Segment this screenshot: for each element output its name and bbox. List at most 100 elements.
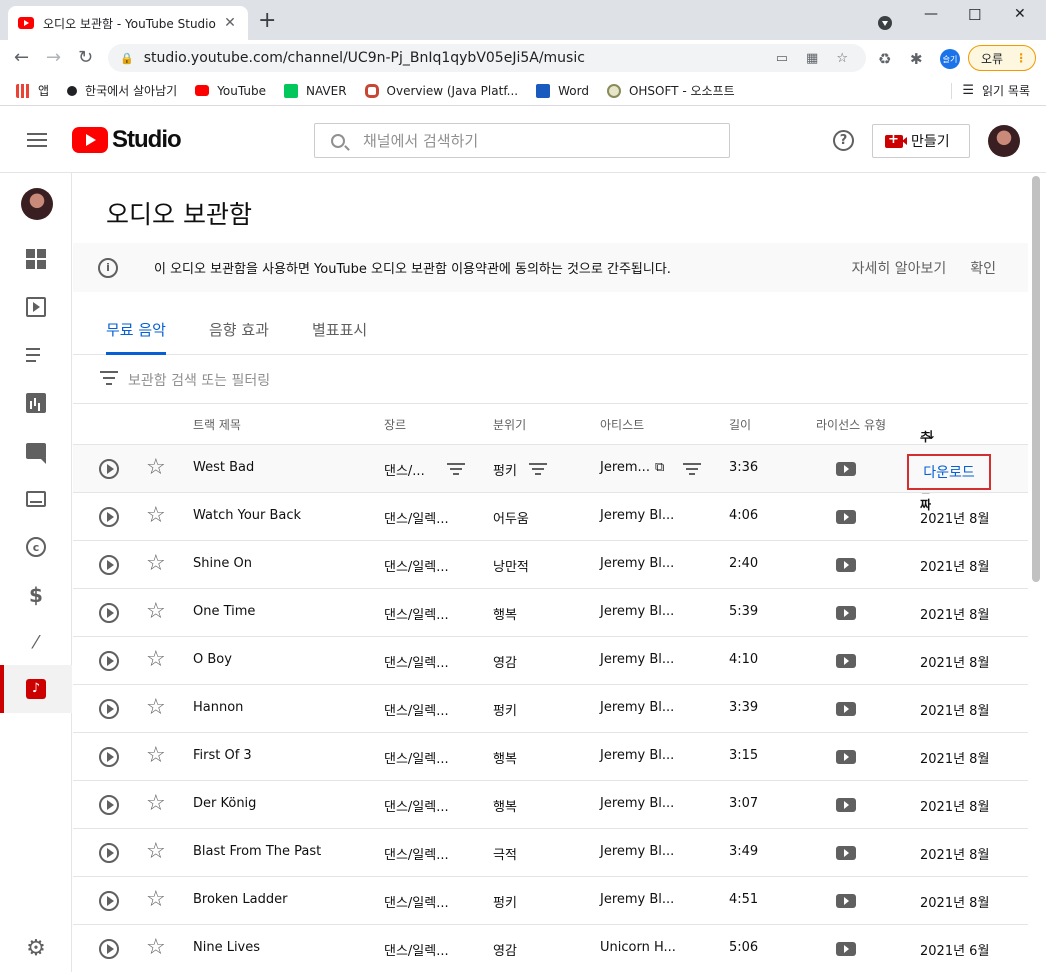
close-tab-icon[interactable]: ✕	[222, 15, 238, 31]
address-bar[interactable]: 🔒 studio.youtube.com/channel/UC9n-Pj_BnI…	[108, 44, 866, 72]
sidebar-item-playlists[interactable]	[0, 331, 72, 379]
tab-free-music[interactable]: 무료 음악	[106, 319, 166, 355]
bookmark-word[interactable]: Word	[536, 83, 589, 98]
table-row[interactable]: ☆ Hannon 댄스/일렉... 펑키 Jeremy Bl... 3:39 2…	[73, 685, 1028, 733]
page-scrollbar[interactable]	[1032, 176, 1040, 582]
account-avatar[interactable]	[988, 125, 1020, 157]
play-icon[interactable]	[99, 603, 119, 623]
create-button[interactable]: 만들기	[872, 124, 970, 158]
bookmark-java[interactable]: Overview (Java Platf...	[364, 83, 518, 98]
mood-filter-icon[interactable]	[529, 463, 547, 478]
window-close-button[interactable]: ✕	[1014, 6, 1026, 22]
library-filter[interactable]: 보관함 검색 또는 필터링	[73, 356, 1028, 404]
table-row[interactable]: ☆ Broken Ladder 댄스/일렉... 펑키 Jeremy Bl...…	[73, 877, 1028, 925]
table-row[interactable]: ☆ First Of 3 댄스/일렉... 행복 Jeremy Bl... 3:…	[73, 733, 1028, 781]
sidebar-item-earn[interactable]: $	[0, 571, 72, 619]
table-row[interactable]: ☆ O Boy 댄스/일렉... 영감 Jeremy Bl... 4:10 20…	[73, 637, 1028, 685]
play-icon[interactable]	[99, 843, 119, 863]
star-icon[interactable]: ☆	[146, 647, 166, 672]
back-arrow-icon[interactable]: ←	[14, 46, 29, 70]
bookmark-star-icon[interactable]: ☆	[836, 51, 848, 66]
profile-avatar[interactable]: 슬기	[940, 49, 960, 69]
bookmark-ohsoft[interactable]: OHSOFT - 오소프트	[606, 82, 735, 99]
channel-search-input[interactable]: 채널에서 검색하기	[314, 123, 730, 158]
cast-icon[interactable]: ▭	[776, 51, 788, 66]
table-row[interactable]: ☆ Nine Lives 댄스/일렉... 영감 Unicorn H... 5:…	[73, 925, 1028, 972]
channel-avatar[interactable]	[21, 188, 53, 220]
star-icon[interactable]: ☆	[146, 887, 166, 912]
sidebar-item-copyright[interactable]: c	[0, 523, 72, 571]
artist-filter-icon[interactable]	[683, 463, 701, 478]
play-icon[interactable]	[99, 795, 119, 815]
star-icon[interactable]: ☆	[146, 791, 166, 816]
column-duration[interactable]: 길이	[729, 416, 751, 433]
learn-more-link[interactable]: 자세히 알아보기	[852, 258, 947, 278]
filter-input[interactable]: 보관함 검색 또는 필터링	[128, 370, 270, 390]
play-icon[interactable]	[99, 747, 119, 767]
bookmark-korea[interactable]: 한국에서 살아남기	[67, 82, 177, 99]
genre-filter-icon[interactable]	[447, 463, 465, 478]
table-row[interactable]: ☆ Blast From The Past 댄스/일렉... 극적 Jeremy…	[73, 829, 1028, 877]
youtube-logo-icon	[72, 127, 108, 153]
studio-logo[interactable]: Studio	[72, 126, 182, 154]
play-icon[interactable]	[99, 891, 119, 911]
tab-sound-effects[interactable]: 음향 효과	[209, 319, 269, 355]
bookmark-naver[interactable]: NAVER	[283, 83, 347, 98]
play-icon[interactable]	[99, 699, 119, 719]
play-icon[interactable]	[99, 459, 119, 479]
minimize-button[interactable]: —	[924, 6, 938, 22]
sidebar-item-dashboard[interactable]	[0, 235, 72, 283]
star-icon[interactable]: ☆	[146, 839, 166, 864]
extension-recycle-icon[interactable]: ♻	[878, 50, 891, 68]
star-icon[interactable]: ☆	[146, 551, 166, 576]
tab-search-icon[interactable]	[878, 16, 892, 30]
sidebar-item-audio-library[interactable]: ♪	[0, 665, 72, 713]
lock-icon[interactable]: 🔒	[120, 52, 134, 65]
column-genre[interactable]: 장르	[384, 416, 406, 433]
table-row[interactable]: ☆ Der König 댄스/일렉... 행복 Jeremy Bl... 3:0…	[73, 781, 1028, 829]
column-mood[interactable]: 분위기	[493, 416, 526, 433]
sidebar-item-analytics[interactable]	[0, 379, 72, 427]
reading-list[interactable]: ☰ 읽기 목록	[951, 82, 1030, 99]
forward-arrow-icon[interactable]: →	[46, 46, 61, 70]
bookmark-apps[interactable]: 앱	[16, 82, 49, 99]
confirm-button[interactable]: 확인	[970, 258, 996, 278]
terms-banner: i 이 오디오 보관함을 사용하면 YouTube 오디오 보관함 이용약관에 …	[73, 243, 1028, 292]
update-error-button[interactable]: 오류 ⋮	[968, 45, 1036, 71]
play-icon[interactable]	[99, 651, 119, 671]
extensions-puzzle-icon[interactable]: ✱	[910, 50, 923, 68]
column-title[interactable]: 트랙 제목	[193, 416, 241, 433]
help-icon[interactable]: ?	[833, 130, 854, 151]
download-button[interactable]: 다운로드	[907, 454, 991, 490]
sidebar-item-subtitles[interactable]	[0, 475, 72, 523]
star-icon[interactable]: ☆	[146, 935, 166, 960]
star-icon[interactable]: ☆	[146, 503, 166, 528]
tab-starred[interactable]: 별표표시	[312, 319, 367, 355]
open-external-icon[interactable]: ⧉	[655, 460, 664, 475]
star-icon[interactable]: ☆	[146, 743, 166, 768]
table-row[interactable]: ☆ One Time 댄스/일렉... 행복 Jeremy Bl... 5:39…	[73, 589, 1028, 637]
play-icon[interactable]	[99, 939, 119, 959]
reload-icon[interactable]: ↻	[78, 46, 93, 70]
qr-icon[interactable]: ▦	[806, 51, 818, 66]
sidebar-item-settings[interactable]: ⚙	[0, 925, 72, 972]
new-tab-button[interactable]: +	[258, 8, 276, 34]
play-icon[interactable]	[99, 507, 119, 527]
bookmark-youtube[interactable]: YouTube	[195, 84, 266, 98]
table-row[interactable]: ☆ Watch Your Back 댄스/일렉... 어두움 Jeremy Bl…	[73, 493, 1028, 541]
column-artist[interactable]: 아티스트	[600, 416, 644, 433]
star-icon[interactable]: ☆	[146, 455, 166, 480]
maximize-button[interactable]: ☐	[968, 6, 981, 24]
sidebar-item-comments[interactable]	[0, 427, 72, 475]
play-icon[interactable]	[99, 555, 119, 575]
track-artist: Jeremy Bl...	[600, 748, 675, 763]
column-license[interactable]: 라이선스 유형	[816, 416, 886, 433]
star-icon[interactable]: ☆	[146, 599, 166, 624]
sidebar-item-customization[interactable]: ⁄	[0, 619, 72, 667]
menu-icon[interactable]	[27, 133, 47, 147]
browser-tab[interactable]: 오디오 보관함 - YouTube Studio ✕	[8, 6, 248, 40]
sidebar-item-content[interactable]	[0, 283, 72, 331]
star-icon[interactable]: ☆	[146, 695, 166, 720]
table-row[interactable]: ☆ Shine On 댄스/일렉... 낭만적 Jeremy Bl... 2:4…	[73, 541, 1028, 589]
table-row[interactable]: ☆ West Bad 댄스/... 펑키 Jerem... ⧉ 3:36 다운로…	[73, 445, 1028, 493]
